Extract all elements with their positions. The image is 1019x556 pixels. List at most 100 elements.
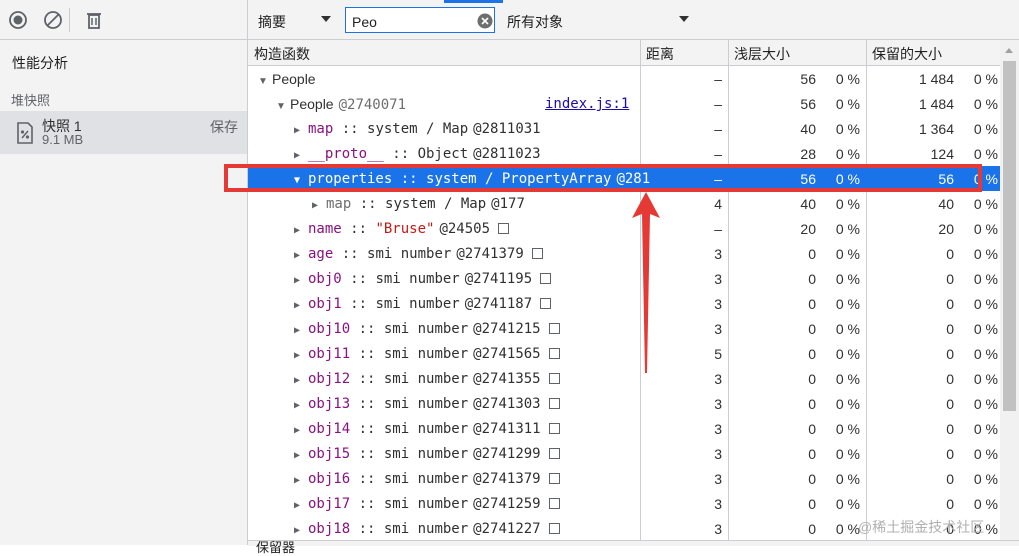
reveal-in-summary-icon[interactable] [531, 248, 543, 259]
collapsed-arrow-icon[interactable]: ▶ [294, 150, 304, 161]
collapsed-arrow-icon[interactable]: ▶ [294, 325, 304, 336]
table-row[interactable]: ▶ obj12 :: smi number @2741355 3 0 0 % 0 0 % [248, 366, 1000, 391]
collapsed-arrow-icon[interactable]: ▶ [312, 200, 322, 211]
shallow-percent-cell: 0 % [835, 196, 860, 212]
collapsed-arrow-icon[interactable]: ▶ [294, 450, 304, 461]
collapsed-arrow-icon[interactable]: ▶ [294, 500, 304, 511]
reveal-in-summary-icon[interactable] [548, 323, 560, 334]
class-filter-input[interactable] [345, 7, 495, 33]
clear-icon[interactable] [43, 10, 63, 30]
property-separator: :: [383, 146, 418, 162]
retained-percent-cell: 0 % [973, 271, 998, 287]
table-row[interactable]: ▶ map :: system / Map @177 4 40 0 % 40 0 % [248, 191, 1000, 216]
property-name: age [308, 246, 334, 262]
reveal-in-summary-icon[interactable] [548, 348, 560, 359]
header-distance[interactable]: 距离 [646, 44, 674, 64]
retained-percent-cell: 0 % [973, 346, 998, 362]
shallow-percent-cell: 0 % [835, 71, 860, 87]
reveal-in-summary-icon[interactable] [548, 523, 560, 534]
collapsed-arrow-icon[interactable]: ▶ [294, 275, 304, 286]
reveal-in-summary-icon[interactable] [548, 473, 560, 484]
snapshot-save-button[interactable]: 保存 [210, 117, 238, 137]
table-row[interactable]: ▶ obj15 :: smi number @2741299 3 0 0 % 0 0 % [248, 441, 1000, 466]
retainers-panel-header[interactable]: 保留器 [248, 540, 1019, 555]
header-shallow-size[interactable]: 浅层大小 [734, 44, 790, 64]
table-row[interactable]: ▶ obj17 :: smi number @2741259 3 0 0 % 0 0 % [248, 491, 1000, 516]
object-type: smi number [383, 321, 469, 337]
table-row[interactable]: ▶ obj13 :: smi number @2741303 3 0 0 % 0 0 % [248, 391, 1000, 416]
reveal-in-summary-icon[interactable] [498, 223, 510, 234]
collapsed-arrow-icon[interactable]: ▶ [294, 400, 304, 411]
constructor-cell: ▶ age :: smi number @2741379 [248, 246, 684, 262]
table-row[interactable]: ▶ obj0 :: smi number @2741195 3 0 0 % 0 0 % [248, 266, 1000, 291]
table-row[interactable]: ▶ name :: "Bruse" @24505–20 0 % 20 0 % [248, 216, 1000, 241]
trash-icon[interactable] [84, 10, 104, 30]
table-row[interactable]: ▶ obj14 :: smi number @2741311 3 0 0 % 0 0 % [248, 416, 1000, 441]
snapshot-size: 9.1 MB [42, 132, 84, 147]
table-row[interactable]: ▶ obj10 :: smi number @2741215 3 0 0 % 0 0 % [248, 316, 1000, 341]
expanded-arrow-icon[interactable]: ▼ [276, 101, 286, 112]
scroll-thumb[interactable] [1003, 61, 1016, 411]
reveal-in-summary-icon[interactable] [540, 273, 552, 284]
collapsed-arrow-icon[interactable]: ▶ [294, 375, 304, 386]
shallow-percent-cell: 0 % [835, 496, 860, 512]
table-row[interactable]: ▶ obj16 :: smi number @2741379 3 0 0 % 0 0 % [248, 466, 1000, 491]
object-type: smi number [383, 471, 469, 487]
view-selector[interactable]: 摘要 [258, 12, 286, 32]
table-row[interactable]: ▶ obj1 :: smi number @2741187 3 0 0 % 0 0 % [248, 291, 1000, 316]
view-dropdown-arrow-icon[interactable] [320, 15, 332, 23]
property-separator: :: [350, 446, 384, 462]
source-link[interactable]: index.js:1 [545, 96, 629, 112]
table-row[interactable]: ▶ map :: system / Map @2811031 – 40 0 % 1 364 0… [248, 116, 1000, 141]
shallow-size-cell: 0 [808, 371, 816, 387]
table-row[interactable]: ▼ People @2740071 index.js:1 – 56 0 % 1 484 0 % [248, 91, 1000, 116]
reveal-in-summary-icon[interactable] [540, 298, 552, 309]
collapsed-arrow-icon[interactable]: ▶ [294, 525, 304, 536]
property-separator: :: [333, 246, 368, 262]
object-dropdown-arrow-icon[interactable] [678, 15, 690, 23]
reveal-in-summary-icon[interactable] [548, 498, 560, 509]
collapsed-arrow-icon[interactable]: ▶ [294, 425, 304, 436]
collapsed-arrow-icon[interactable]: ▶ [294, 225, 304, 236]
clear-filter-icon[interactable] [477, 13, 493, 29]
focus-indicator [444, 0, 503, 3]
collapsed-arrow-icon[interactable]: ▶ [294, 475, 304, 486]
constructor-cell: ▶ name :: "Bruse" @24505 [248, 221, 684, 237]
table-row[interactable]: ▶ obj11 :: smi number @2741565 5 0 0 % 0 0 % [248, 341, 1000, 366]
object-type: smi number [383, 371, 469, 387]
scroll-up-arrow-icon[interactable] [1005, 48, 1013, 53]
property-separator: :: [351, 196, 386, 212]
reveal-in-summary-icon[interactable] [548, 373, 560, 384]
shallow-size-cell: 28 [800, 146, 816, 162]
property-separator: :: [350, 321, 384, 337]
snapshot-item[interactable]: 快照 1 9.1 MB 保存 [0, 111, 247, 154]
object-type: system / Map [385, 196, 487, 212]
reveal-in-summary-icon[interactable] [548, 398, 560, 409]
shallow-percent-cell: 0 % [835, 96, 860, 112]
object-filter-select[interactable]: 所有对象 [507, 12, 563, 32]
record-icon[interactable] [8, 10, 28, 30]
header-retained-size[interactable]: 保留的大小 [872, 44, 942, 64]
constructor-cell: ▶ obj17 :: smi number @2741259 [248, 496, 684, 512]
table-row[interactable]: ▶ __proto__ :: Object @2811023 – 28 0 % 124 0 % [248, 141, 1000, 166]
collapsed-arrow-icon[interactable]: ▶ [294, 125, 304, 136]
header-constructor[interactable]: 构造函数 [254, 44, 310, 64]
table-row[interactable]: ▶ age :: smi number @2741379 3 0 0 % 0 0 % [248, 241, 1000, 266]
table-row[interactable]: ▼ People – 56 0 % 1 484 0 % [248, 66, 1000, 91]
property-name: __proto__ [308, 146, 384, 162]
collapsed-arrow-icon[interactable]: ▶ [294, 350, 304, 361]
reveal-in-summary-icon[interactable] [548, 448, 560, 459]
constructor-cell: ▶ obj0 :: smi number @2741195 [248, 271, 684, 287]
constructor-cell: ▶ obj12 :: smi number @2741355 [248, 371, 684, 387]
constructor-cell: ▶ obj18 :: smi number @2741227 [248, 521, 684, 537]
expanded-arrow-icon[interactable]: ▼ [258, 76, 268, 87]
object-type: smi number [383, 421, 469, 437]
vertical-scrollbar[interactable] [1000, 40, 1019, 540]
property-name: obj10 [308, 321, 351, 337]
collapsed-arrow-icon[interactable]: ▶ [294, 250, 304, 261]
distance-cell: – [714, 96, 722, 112]
collapsed-arrow-icon[interactable]: ▶ [294, 300, 304, 311]
property-separator: :: [333, 121, 368, 137]
reveal-in-summary-icon[interactable] [548, 423, 560, 434]
retained-size-cell: 1 364 [918, 121, 954, 137]
